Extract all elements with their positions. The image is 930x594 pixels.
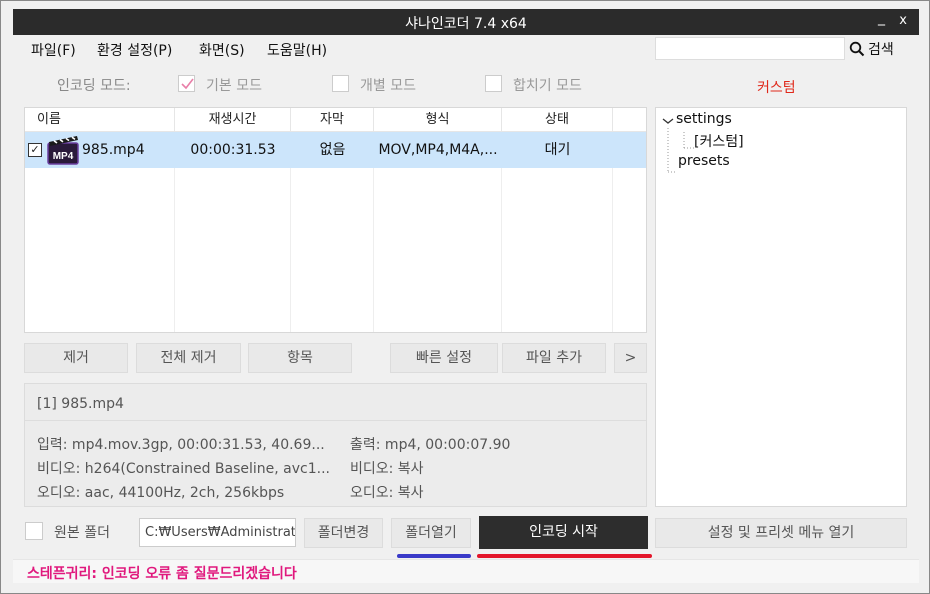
encoding-mode-label: 인코딩 모드: <box>57 78 131 94</box>
window-title: 샤나인코더 7.4 x64 <box>405 16 527 32</box>
encoding-mode-row: 인코딩 모드: 기본 모드 개별 모드 합치기 모드 커스텀 <box>13 67 919 99</box>
tree-node-presets[interactable]: presets <box>678 153 730 169</box>
settings-tree[interactable]: settings [커스텀] presets <box>655 107 907 507</box>
file-list[interactable]: 이름 재생시간 자막 형식 상태 ✓ MP4 985.mp4 00:00:31.… <box>24 107 647 333</box>
change-folder-button[interactable]: 폴더변경 <box>304 518 383 548</box>
tree-node-custom[interactable]: [커스텀] <box>694 131 744 151</box>
mp4-file-icon: MP4 <box>47 136 79 165</box>
menu-file[interactable]: 파일(F) <box>31 40 76 60</box>
more-button[interactable]: > <box>614 343 647 373</box>
quick-settings-button[interactable]: 빠른 설정 <box>390 343 498 373</box>
open-settings-menu-button[interactable]: 설정 및 프리셋 메뉴 열기 <box>655 518 907 548</box>
status-text: 스테픈귀리: 인코딩 오류 좀 질문드리겠습니다 <box>27 566 297 582</box>
merge-mode-label: 합치기 모드 <box>513 78 582 94</box>
info-output: 출력: mp4, 00:00:07.90 <box>350 437 511 453</box>
column-extra <box>613 108 646 132</box>
output-path-input[interactable]: C:₩Users₩Administrator <box>139 518 296 547</box>
search-input[interactable] <box>655 37 845 60</box>
source-folder-checkbox[interactable] <box>25 522 43 540</box>
open-folder-underline <box>397 554 471 558</box>
add-file-button[interactable]: 파일 추가 <box>502 343 606 373</box>
chevron-down-icon[interactable] <box>662 116 674 126</box>
file-duration: 00:00:31.53 <box>190 142 276 158</box>
column-format[interactable]: 형식 <box>374 108 502 132</box>
item-button[interactable]: 항목 <box>248 343 352 373</box>
info-input: 입력: mp4.mov.3gp, 00:00:31.53, 40.69... <box>37 437 325 453</box>
merge-mode-checkbox[interactable] <box>485 75 502 92</box>
file-info-panel: [1] 985.mp4 입력: mp4.mov.3gp, 00:00:31.53… <box>24 383 647 507</box>
file-name: 985.mp4 <box>82 142 145 158</box>
basic-mode-checkbox[interactable] <box>178 75 195 92</box>
remove-all-button[interactable]: 전체 제거 <box>136 343 241 373</box>
app-window: 샤나인코더 7.4 x64 _ x 파일(F) 환경 설정(P) 화면(S) 도… <box>13 9 919 583</box>
file-status: 대기 <box>544 142 571 158</box>
basic-mode-label: 기본 모드 <box>206 78 262 94</box>
tree-node-settings[interactable]: settings <box>676 111 732 127</box>
menu-help[interactable]: 도움말(H) <box>267 40 327 60</box>
search-icon <box>849 41 865 57</box>
custom-preset-label: 커스텀 <box>757 80 796 96</box>
table-row[interactable]: ✓ MP4 985.mp4 00:00:31.53 없음 MOV,MP4,M4A… <box>25 132 646 168</box>
row-checkbox[interactable]: ✓ <box>28 143 42 157</box>
column-name[interactable]: 이름 <box>25 108 175 132</box>
svg-text:MP4: MP4 <box>53 151 74 162</box>
minimize-button[interactable]: _ <box>878 10 885 26</box>
start-encoding-button[interactable]: 인코딩 시작 <box>479 516 648 549</box>
column-status[interactable]: 상태 <box>502 108 613 132</box>
info-audio-output: 오디오: 복사 <box>350 485 424 501</box>
individual-mode-label: 개별 모드 <box>360 78 416 94</box>
menu-preferences[interactable]: 환경 설정(P) <box>97 40 172 60</box>
info-video-input: 비디오: h264(Constrained Baseline, avc1... <box>37 461 330 477</box>
check-icon <box>181 78 194 90</box>
info-header: [1] 985.mp4 <box>37 396 124 412</box>
column-duration[interactable]: 재생시간 <box>175 108 291 132</box>
file-subtitle: 없음 <box>319 142 346 158</box>
source-folder-label: 원본 폴더 <box>54 525 110 541</box>
search-button[interactable]: 검색 <box>849 39 894 59</box>
individual-mode-checkbox[interactable] <box>332 75 349 92</box>
menu-bar: 파일(F) 환경 설정(P) 화면(S) 도움말(H) 검색 <box>13 35 919 63</box>
info-divider <box>25 420 646 421</box>
title-bar: 샤나인코더 7.4 x64 _ x <box>13 9 919 35</box>
info-audio-input: 오디오: aac, 44100Hz, 2ch, 256kbps <box>37 485 285 501</box>
info-video-output: 비디오: 복사 <box>350 461 424 477</box>
file-format: MOV,MP4,M4A,... <box>378 142 498 158</box>
bottom-toolbar: 원본 폴더 C:₩Users₩Administrator 폴더변경 폴더열기 인… <box>13 511 919 551</box>
search-label: 검색 <box>868 42 894 58</box>
open-folder-button[interactable]: 폴더열기 <box>391 518 471 548</box>
window-frame: 샤나인코더 7.4 x64 _ x 파일(F) 환경 설정(P) 화면(S) 도… <box>0 0 930 594</box>
close-button[interactable]: x <box>899 13 907 28</box>
start-encoding-underline <box>477 554 652 558</box>
menu-view[interactable]: 화면(S) <box>199 40 245 60</box>
remove-button[interactable]: 제거 <box>24 343 128 373</box>
column-subtitle[interactable]: 자막 <box>291 108 374 132</box>
status-bar: 스테픈귀리: 인코딩 오류 좀 질문드리겠습니다 <box>13 559 919 583</box>
